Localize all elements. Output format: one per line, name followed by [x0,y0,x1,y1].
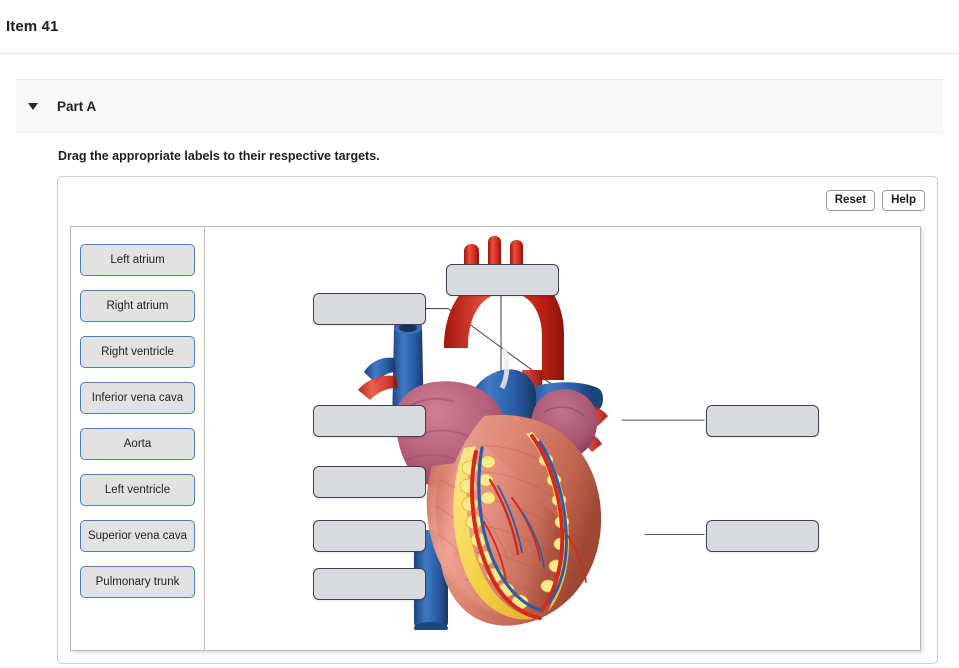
instruction-text: Drag the appropriate labels to their res… [58,149,380,163]
drop-target-top-center[interactable] [446,264,559,296]
page-title: Item 41 [6,18,59,35]
right-pulmonary-vein-a [358,375,398,400]
label-bank-list: Left atrium Right atrium Right ventricle… [71,227,204,598]
right-ventricle [435,446,566,616]
svc-lumen-inner [399,324,417,332]
drop-target-left-2[interactable] [313,405,426,437]
right-pulmonary-artery [522,382,598,412]
exercise-container: Reset Help Left atrium Right atrium Righ… [57,176,938,664]
right-atrium-texture-3 [405,454,467,465]
drag-label-left-atrium[interactable]: Left atrium [80,244,195,276]
drop-target-left-3[interactable] [313,466,426,498]
connector-left-1 [447,308,573,400]
rv-striations [435,479,509,601]
drop-target-right-1[interactable] [706,405,819,437]
left-ventricle [438,414,602,626]
pulmonary-trunk [463,369,537,444]
ivc-end [414,622,448,630]
drag-label-inferior-vena-cava[interactable]: Inferior vena cava [80,382,195,414]
drag-drop-canvas: Left atrium Right atrium Right ventricle… [70,226,921,651]
drop-target-right-2[interactable] [706,520,819,552]
drop-target-left-1[interactable] [313,293,426,325]
drop-target-left-5[interactable] [313,568,426,600]
left-pulmonary-vein-a [572,404,608,426]
chevron-down-icon[interactable] [16,102,50,110]
lv-striations [448,445,589,609]
drag-label-superior-vena-cava[interactable]: Superior vena cava [80,520,195,552]
label-bank: Left atrium Right atrium Right ventricle… [71,227,205,650]
drop-target-left-4[interactable] [313,520,426,552]
coronary-veins [477,440,568,612]
left-pulmonary-vein-b [568,429,602,452]
item-header: Item 41 [0,0,959,54]
part-a-label: Part A [57,98,97,114]
right-pulmonary-artery-end [591,388,603,410]
help-button[interactable]: Help [882,190,925,211]
azygos-vein [364,357,396,384]
coronary-arteries [470,434,587,620]
exercise-toolbar: Reset Help [825,190,925,211]
part-a-header-bar[interactable]: Part A [16,79,943,133]
ligamentum-arteriosum [499,347,510,390]
drag-label-aorta[interactable]: Aorta [80,428,195,460]
drag-label-right-atrium[interactable]: Right atrium [80,290,195,322]
triangle-down-glyph [28,102,38,110]
descending-aorta [504,370,543,430]
drag-label-left-ventricle[interactable]: Left ventricle [80,474,195,506]
drag-label-pulmonary-trunk[interactable]: Pulmonary trunk [80,566,195,598]
left-atrium [530,389,598,460]
fat-lobules [459,453,570,610]
drag-label-right-ventricle[interactable]: Right ventricle [80,336,195,368]
reset-button[interactable]: Reset [825,190,876,211]
right-ventricle-edge [426,462,550,617]
left-atrium-texture [543,406,585,417]
coronary-fat-anterior [453,446,536,620]
coronary-fat-right-margin [526,432,570,612]
